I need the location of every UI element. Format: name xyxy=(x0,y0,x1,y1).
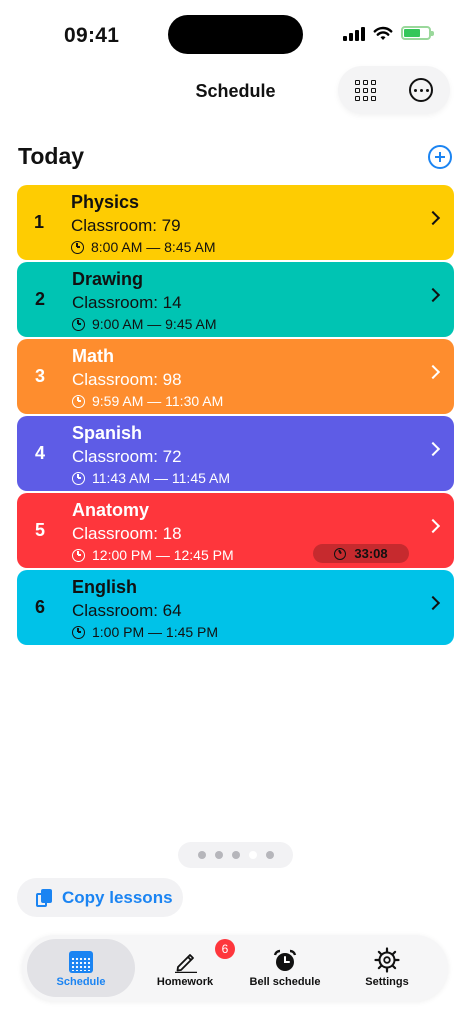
calendar-icon xyxy=(69,951,93,973)
tab-settings[interactable]: Settings xyxy=(333,939,441,997)
battery-icon xyxy=(401,26,434,40)
chevron-right-icon xyxy=(425,287,441,303)
lesson-classroom: Classroom: 79 xyxy=(71,216,181,235)
tab-schedule[interactable]: Schedule xyxy=(27,939,135,997)
lesson-card[interactable]: 6 English Classroom: 64 1:00 PM — 1:45 P… xyxy=(17,570,454,645)
lesson-number: 3 xyxy=(35,366,46,386)
lesson-time: 12:00 PM — 12:45 PM xyxy=(92,547,234,563)
pencil-icon xyxy=(175,954,197,973)
timer-icon xyxy=(334,547,347,560)
lesson-card[interactable]: 5 Anatomy Classroom: 18 12:00 PM — 12:45… xyxy=(17,493,454,568)
lesson-number: 6 xyxy=(35,597,46,617)
lesson-card[interactable]: 1 Physics Classroom: 79 8:00 AM — 8:45 A… xyxy=(17,185,454,260)
chevron-right-icon xyxy=(425,364,441,380)
lesson-subject: Spanish xyxy=(72,423,143,443)
chevron-right-icon xyxy=(425,210,441,226)
chevron-right-icon xyxy=(425,441,441,457)
lesson-subject: Math xyxy=(72,346,114,366)
lesson-classroom: Classroom: 98 xyxy=(72,370,182,389)
alarm-clock-icon xyxy=(273,949,297,971)
lesson-classroom: Classroom: 72 xyxy=(72,447,182,466)
grid-icon xyxy=(354,79,376,101)
lesson-number: 5 xyxy=(35,520,46,540)
lesson-time-row: 9:59 AM — 11:30 AM xyxy=(72,393,223,409)
alarm-icon xyxy=(72,394,85,408)
copy-lessons-label: Copy lessons xyxy=(62,887,173,907)
status-icons xyxy=(343,25,434,41)
page-dot[interactable] xyxy=(197,851,206,859)
header-actions xyxy=(338,66,450,114)
lesson-time: 1:00 PM — 1:45 PM xyxy=(92,624,219,640)
tab-label: Schedule xyxy=(56,976,106,988)
copy-icon xyxy=(36,888,52,907)
alarm-icon xyxy=(72,471,85,485)
lesson-classroom: Classroom: 64 xyxy=(72,601,182,620)
tab-homework[interactable]: 6 Homework xyxy=(131,939,239,997)
lesson-card[interactable]: 3 Math Classroom: 98 9:59 AM — 11:30 AM xyxy=(17,339,454,414)
lesson-classroom: Classroom: 14 xyxy=(72,293,182,312)
lesson-time: 9:59 AM — 11:30 AM xyxy=(92,393,224,409)
page-dot[interactable] xyxy=(214,851,223,859)
lesson-number: 1 xyxy=(34,212,45,232)
tab-label: Homework xyxy=(156,976,214,988)
lesson-number: 4 xyxy=(35,443,46,463)
signal-icon xyxy=(343,25,365,41)
countdown-badge: 33:08 xyxy=(313,544,409,563)
page-dot-active[interactable] xyxy=(248,851,257,859)
section-title: Today xyxy=(18,143,85,169)
lesson-subject: Physics xyxy=(71,192,140,212)
chevron-right-icon xyxy=(425,518,441,534)
lesson-number: 2 xyxy=(35,289,46,309)
lesson-card[interactable]: 4 Spanish Classroom: 72 11:43 AM — 11:45… xyxy=(17,416,454,491)
copy-lessons-button[interactable]: Copy lessons xyxy=(17,878,183,917)
tab-bar: Schedule 6 Homework Bell schedule Settin… xyxy=(22,935,448,1001)
lesson-time-row: 12:00 PM — 12:45 PM xyxy=(72,547,234,563)
page-indicator[interactable] xyxy=(178,842,293,868)
more-icon xyxy=(409,78,434,102)
lesson-time-row: 11:43 AM — 11:45 AM xyxy=(72,470,230,486)
countdown-value: 33:08 xyxy=(354,546,388,561)
lesson-subject: English xyxy=(72,577,138,597)
chevron-right-icon xyxy=(425,595,441,611)
alarm-icon xyxy=(72,317,85,331)
pencil-icon-wrap: 6 xyxy=(172,939,235,973)
lesson-subject: Drawing xyxy=(72,269,144,289)
add-lesson-button[interactable] xyxy=(428,145,452,169)
lesson-time: 11:43 AM — 11:45 AM xyxy=(92,470,231,486)
alarm-icon xyxy=(72,548,85,562)
alarm-icon xyxy=(72,625,85,639)
status-time: 09:41 xyxy=(64,24,120,47)
wifi-icon xyxy=(373,26,393,40)
lesson-time: 8:00 AM — 8:45 AM xyxy=(91,239,216,255)
more-options-button[interactable] xyxy=(409,78,434,102)
lesson-subject: Anatomy xyxy=(72,500,150,520)
page-dot[interactable] xyxy=(265,851,274,859)
lesson-time: 9:00 AM — 9:45 AM xyxy=(92,316,217,332)
tab-label: Settings xyxy=(365,976,409,988)
alarm-icon xyxy=(71,240,84,254)
page-dot[interactable] xyxy=(231,851,240,859)
homework-badge: 6 xyxy=(215,939,235,959)
dynamic-island xyxy=(168,15,303,54)
gear-icon xyxy=(374,947,400,973)
lesson-time-row: 9:00 AM — 9:45 AM xyxy=(72,316,217,332)
lesson-card[interactable]: 2 Drawing Classroom: 14 9:00 AM — 9:45 A… xyxy=(17,262,454,337)
tab-label: Bell schedule xyxy=(249,976,321,988)
lesson-time-row: 1:00 PM — 1:45 PM xyxy=(72,624,218,640)
lesson-classroom: Classroom: 18 xyxy=(72,524,182,543)
grid-view-button[interactable] xyxy=(354,79,376,101)
lesson-time-row: 8:00 AM — 8:45 AM xyxy=(71,239,216,255)
tab-bell-schedule[interactable]: Bell schedule xyxy=(231,939,339,997)
